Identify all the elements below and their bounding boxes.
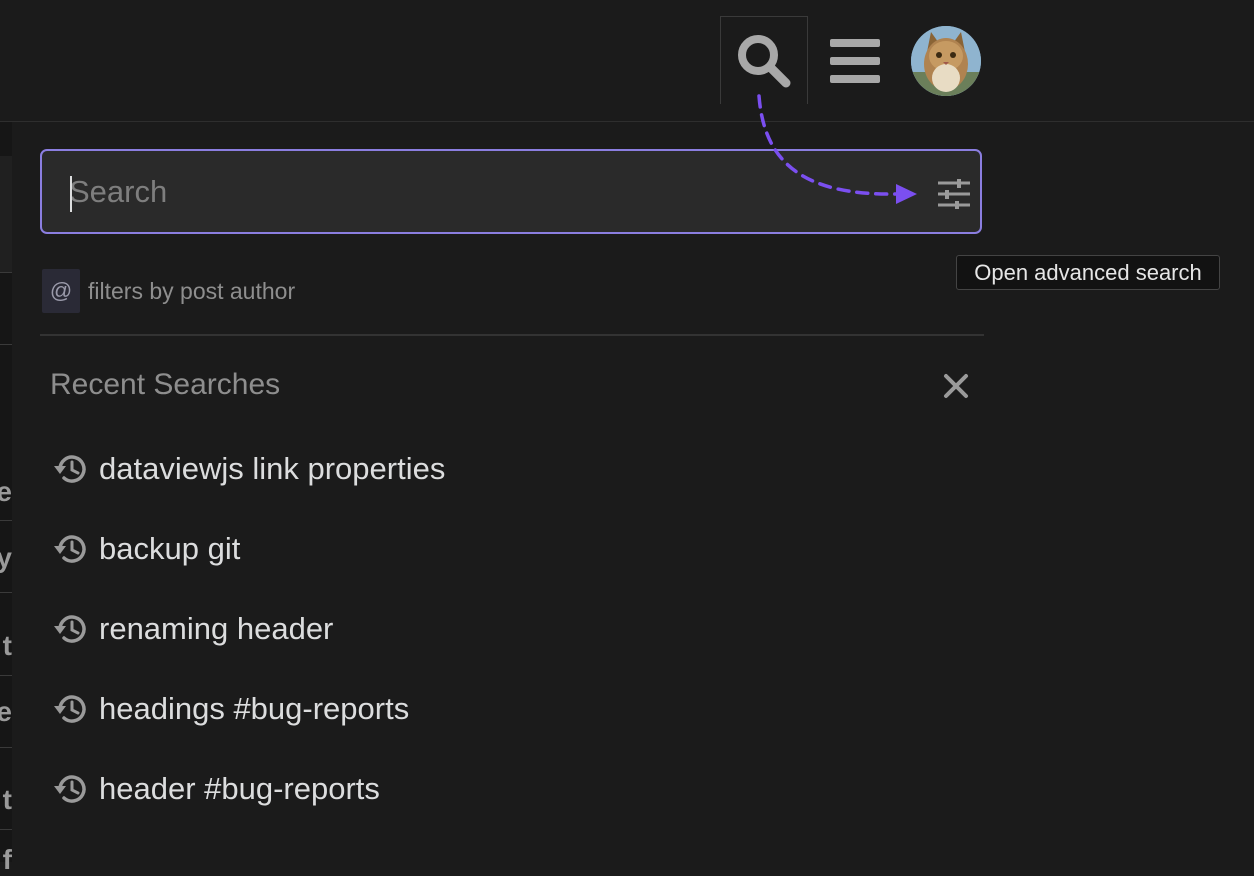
hamburger-menu-icon — [830, 39, 880, 83]
search-input[interactable] — [69, 169, 889, 215]
background-block — [0, 156, 12, 272]
search-panel: @ filters by post author Recent Searches… — [12, 122, 1012, 862]
advanced-search-tooltip: Open advanced search — [956, 255, 1220, 290]
recent-search-label: backup git — [99, 531, 241, 566]
background-text-fragment: t — [2, 784, 12, 815]
background-content-strip: e y t le t f — [0, 122, 12, 875]
menu-button[interactable] — [830, 38, 882, 84]
background-text-fragment: le — [0, 696, 12, 727]
background-divider — [0, 272, 12, 273]
recent-search-item[interactable]: renaming header — [52, 604, 333, 654]
divider — [40, 334, 984, 336]
background-divider — [0, 520, 12, 521]
hint-text: filters by post author — [88, 277, 296, 304]
history-icon — [54, 695, 86, 723]
background-text-fragment: y — [0, 542, 12, 573]
text-caret — [70, 176, 72, 212]
recent-search-label: renaming header — [99, 611, 334, 646]
background-text-fragment: f — [2, 844, 12, 875]
recent-search-label: headings #bug-reports — [99, 691, 410, 726]
background-divider — [0, 592, 12, 593]
search-icon — [738, 34, 791, 87]
search-button[interactable] — [720, 16, 808, 104]
recent-searches-title: Recent Searches — [50, 368, 281, 401]
background-text-fragment: e — [0, 476, 12, 507]
background-divider — [0, 747, 12, 748]
background-text-fragment: t — [2, 630, 12, 661]
history-icon — [54, 775, 86, 803]
history-icon — [54, 615, 86, 643]
background-divider — [0, 675, 12, 676]
user-avatar-cat-icon — [911, 26, 981, 96]
search-hint[interactable]: @ filters by post author — [42, 269, 295, 313]
recent-search-item[interactable]: backup git — [52, 524, 240, 574]
recent-search-item[interactable]: header #bug-reports — [52, 764, 380, 814]
background-divider — [0, 829, 12, 830]
avatar[interactable] — [911, 26, 981, 96]
recent-search-label: header #bug-reports — [99, 771, 380, 806]
at-symbol-badge: @ — [42, 269, 80, 313]
recent-search-item[interactable]: dataviewjs link properties — [52, 444, 445, 494]
close-icon[interactable] — [942, 372, 970, 400]
search-box[interactable] — [40, 149, 982, 234]
top-header — [0, 0, 1254, 122]
sliders-icon[interactable] — [936, 179, 972, 209]
recent-search-item[interactable]: headings #bug-reports — [52, 684, 409, 734]
history-icon — [54, 455, 86, 483]
history-icon — [54, 535, 86, 563]
recent-search-label: dataviewjs link properties — [99, 451, 446, 486]
background-divider — [0, 344, 12, 345]
